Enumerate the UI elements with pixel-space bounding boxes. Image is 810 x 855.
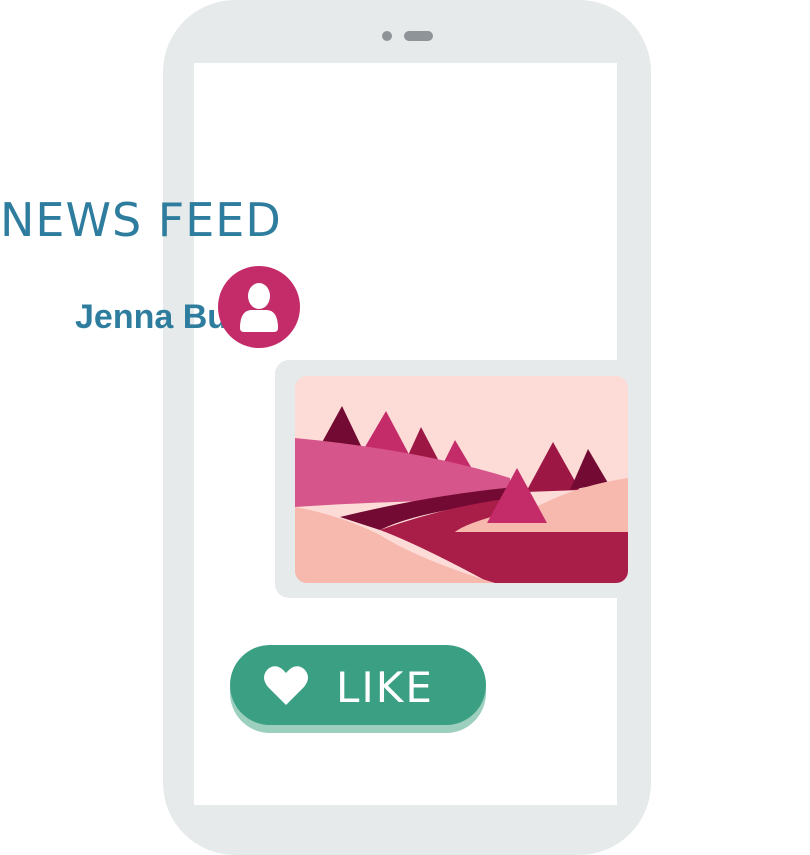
heart-icon xyxy=(264,666,308,705)
like-button[interactable]: LIKE xyxy=(230,645,486,733)
like-label: LIKE xyxy=(336,663,434,712)
